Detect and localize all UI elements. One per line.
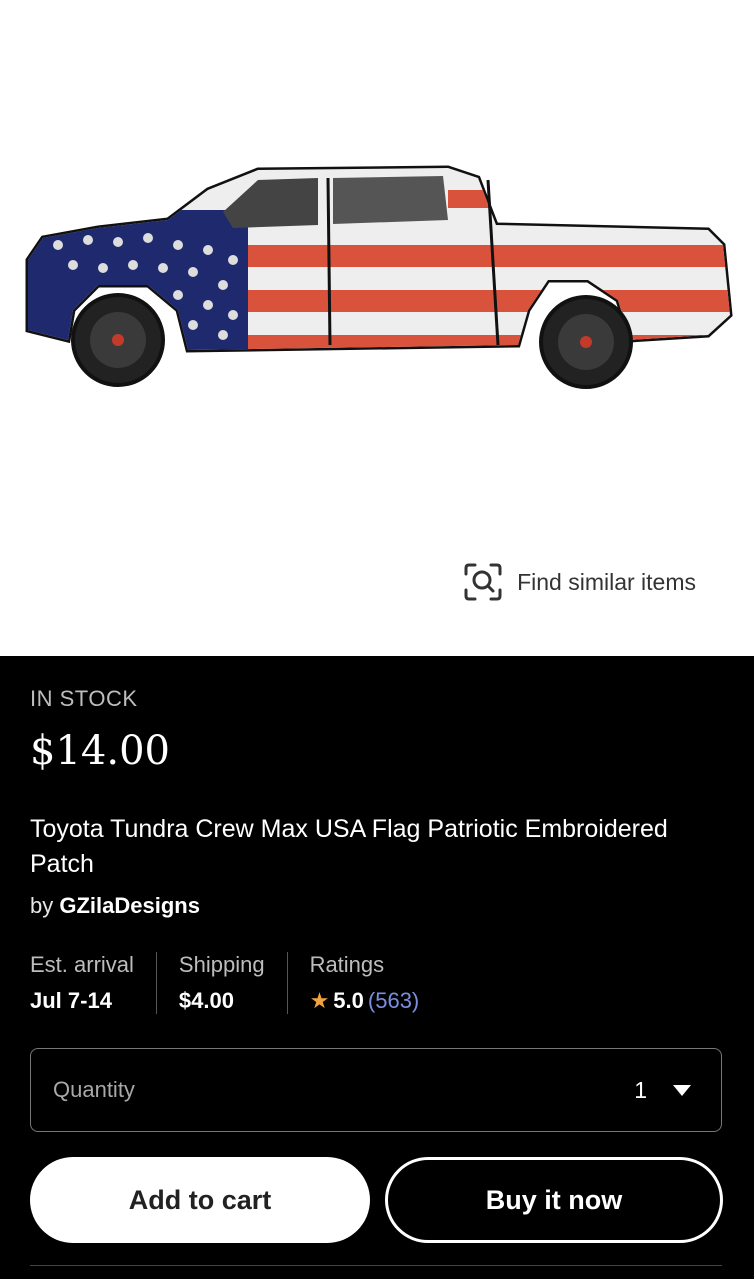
divider (30, 1265, 722, 1266)
add-to-cart-button[interactable]: Add to cart (30, 1157, 370, 1243)
arrival-value: Jul 7-14 (30, 988, 112, 1013)
shipping-stat: Shipping $4.00 (155, 952, 287, 1014)
by-prefix: by (30, 893, 54, 918)
product-image-area[interactable]: Find similar items (0, 0, 754, 656)
price: $14.00 (30, 728, 170, 774)
arrival-stat: Est. arrival Jul 7-14 (30, 952, 156, 1014)
stats-row: Est. arrival Jul 7-14 Shipping $4.00 Rat… (30, 952, 441, 1014)
arrival-label: Est. arrival (30, 952, 134, 977)
find-similar-label: Find similar items (517, 568, 696, 595)
seller-link[interactable]: GZilaDesigns (59, 893, 200, 918)
shipping-value: $4.00 (178, 988, 234, 1013)
visual-search-icon (464, 563, 502, 601)
ratings-label: Ratings (309, 952, 385, 977)
shipping-label: Shipping (178, 952, 265, 977)
ratings-count-link[interactable]: (563) (368, 988, 419, 1014)
ratings-value: 5.0 (333, 988, 364, 1013)
find-similar-button[interactable]: Find similar items (463, 562, 696, 602)
ratings-stat[interactable]: Ratings ★ 5.0 (563) (286, 952, 442, 1014)
stock-status: IN STOCK (30, 686, 138, 711)
quantity-label: Quantity (53, 1077, 135, 1102)
chevron-down-icon (673, 1084, 691, 1096)
quantity-value: 1 (634, 1076, 647, 1103)
product-image[interactable] (18, 150, 736, 405)
star-icon: ★ (309, 988, 330, 1013)
ratings-value-row[interactable]: ★ 5.0 (563) (310, 988, 420, 1014)
seller-byline: by GZilaDesigns (30, 893, 200, 919)
buy-now-button[interactable]: Buy it now (385, 1157, 723, 1243)
quantity-select[interactable]: Quantity 1 (30, 1048, 722, 1132)
product-title: Toyota Tundra Crew Max USA Flag Patrioti… (30, 815, 668, 878)
